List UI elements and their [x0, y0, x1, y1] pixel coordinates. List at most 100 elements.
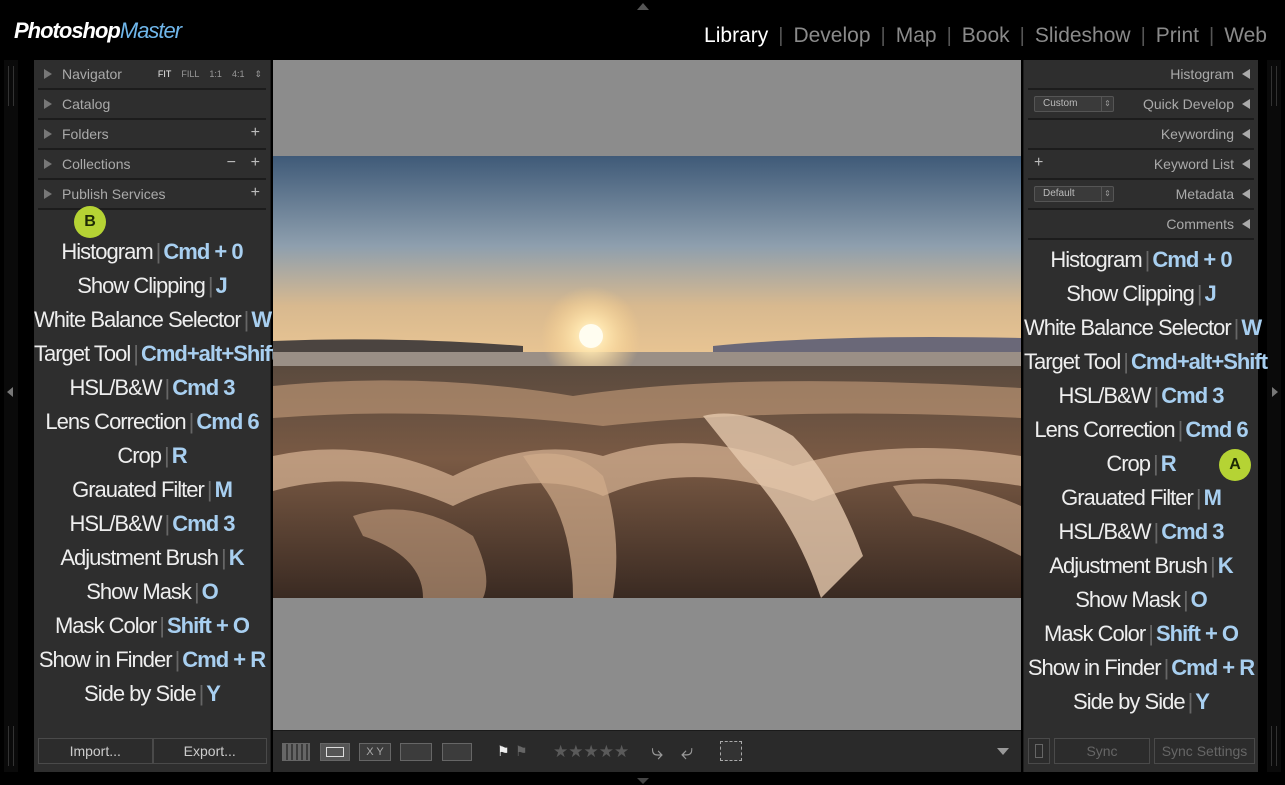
shortcut-action: Side by Side	[1073, 689, 1186, 714]
zoom-4-1[interactable]: 4:1	[232, 69, 245, 80]
survey-view-icon[interactable]	[400, 743, 432, 761]
expand-triangle-icon[interactable]	[44, 189, 52, 199]
shortcut-key: Y	[1195, 689, 1210, 714]
collapse-triangle-icon[interactable]	[1242, 99, 1250, 109]
separator: |	[1210, 553, 1216, 578]
module-print[interactable]: Print	[1146, 24, 1209, 48]
module-book[interactable]: Book	[952, 24, 1020, 48]
panel-metadata[interactable]: Default ⇕ Metadata	[1028, 180, 1254, 210]
export-button[interactable]: Export...	[152, 738, 267, 764]
sync-button[interactable]: Sync	[1054, 738, 1150, 764]
people-view-icon[interactable]	[442, 743, 472, 761]
module-library[interactable]: Library	[694, 24, 778, 48]
shortcut-key: Cmd + R	[1171, 655, 1255, 680]
module-slideshow[interactable]: Slideshow	[1025, 24, 1141, 48]
shortcut-row: HSL/B&W | Cmd 3	[1024, 379, 1258, 413]
panel-label: Quick Develop	[1142, 96, 1234, 112]
right-panel-toggle[interactable]	[1267, 60, 1281, 772]
shortcut-key: O	[201, 579, 219, 604]
panel-keywording[interactable]: Keywording	[1028, 120, 1254, 150]
shortcut-key: K	[228, 545, 245, 570]
expand-triangle-icon[interactable]	[44, 99, 52, 109]
shortcut-row: Target Tool | Cmd+alt+Shift	[34, 337, 278, 371]
collapse-triangle-icon[interactable]	[1242, 189, 1250, 199]
shortcut-action: Show Clipping	[1066, 281, 1195, 306]
shortcut-row: Show in Finder | Cmd + R	[1024, 651, 1258, 685]
expand-triangle-icon[interactable]	[44, 69, 52, 79]
panel-comments[interactable]: Comments	[1028, 210, 1254, 240]
panel-quick-develop[interactable]: Custom ⇕ Quick Develop	[1028, 90, 1254, 120]
sync-settings-button[interactable]: Sync Settings	[1154, 738, 1255, 764]
flag-pick-icon[interactable]: ⚑	[497, 743, 510, 760]
toolbar-content-dropdown-icon[interactable]	[997, 748, 1009, 755]
rotate-right-icon[interactable]: ⤶	[681, 739, 693, 765]
shortcut-action: Adjustment Brush	[60, 545, 219, 570]
shortcut-key: M	[214, 477, 233, 502]
metadata-preset-select[interactable]: Default ⇕	[1034, 186, 1114, 202]
add-icon[interactable]: +	[1034, 154, 1043, 172]
collapse-triangle-icon[interactable]	[1242, 219, 1250, 229]
flag-reject-icon[interactable]: ⚑	[515, 743, 528, 760]
rotate-left-icon[interactable]: ⤷	[651, 739, 663, 765]
shortcut-row: Histogram | Cmd + 0	[34, 235, 270, 269]
auto-sync-switch[interactable]	[1028, 738, 1050, 764]
panel-publish-services[interactable]: Publish Services +	[38, 180, 266, 210]
left-arrow-icon[interactable]	[7, 387, 13, 397]
top-panel-toggle-icon[interactable]	[637, 3, 649, 10]
shortcut-action: White Balance Selector	[1024, 315, 1232, 340]
panel-label: Keyword List	[1153, 156, 1234, 172]
expand-triangle-icon[interactable]	[44, 159, 52, 169]
import-button[interactable]: Import...	[38, 738, 153, 764]
module-develop[interactable]: Develop	[783, 24, 880, 48]
panel-collections[interactable]: Collections − +	[38, 150, 266, 180]
left-panel-toggle[interactable]	[4, 60, 18, 772]
panel-label: Keywording	[1160, 126, 1234, 142]
grid-view-icon[interactable]	[282, 743, 310, 761]
panel-catalog[interactable]: Catalog	[38, 90, 266, 120]
panel-label: Navigator	[62, 66, 122, 82]
callout-badge-b: B	[74, 206, 106, 238]
shortcut-list-left: Histogram | Cmd + 0 Show Clipping | J White Ba…	[34, 235, 278, 711]
shortcut-action: Histogram	[61, 239, 153, 264]
panel-histogram[interactable]: Histogram	[1028, 60, 1254, 90]
panel-navigator[interactable]: Navigator FIT FILL 1:1 4:1 ⇕	[38, 60, 266, 90]
separator: |	[207, 273, 214, 298]
rating-stars[interactable]: ★★★★★	[553, 742, 629, 762]
shortcut-key: O	[1190, 587, 1208, 612]
shortcut-row: White Balance Selector | W	[34, 303, 272, 337]
collapse-triangle-icon[interactable]	[1242, 69, 1250, 79]
crop-overlay-icon[interactable]	[720, 741, 742, 761]
collapse-triangle-icon[interactable]	[1242, 159, 1250, 169]
filmstrip-toggle-icon[interactable]	[637, 778, 649, 784]
zoom-1-1[interactable]: 1:1	[209, 69, 222, 80]
module-map[interactable]: Map	[886, 24, 947, 48]
panel-label: Histogram	[1170, 66, 1234, 82]
expand-triangle-icon[interactable]	[44, 129, 52, 139]
shortcut-key: R	[1160, 451, 1177, 476]
logo-part1: Photoshop	[14, 18, 121, 43]
compare-view-icon[interactable]: X Y	[359, 743, 391, 761]
left-panel: Navigator FIT FILL 1:1 4:1 ⇕ Catalog Fol…	[34, 60, 278, 772]
panel-folders[interactable]: Folders +	[38, 120, 266, 150]
panel-keyword-list[interactable]: + Keyword List	[1028, 150, 1254, 180]
zoom-fit[interactable]: FIT	[158, 69, 172, 80]
shortcut-key: J	[215, 273, 228, 298]
right-arrow-icon[interactable]	[1272, 387, 1278, 397]
shortcut-key: Shift + O	[166, 613, 250, 638]
add-icon[interactable]: +	[251, 154, 260, 172]
remove-icon[interactable]: −	[227, 154, 236, 172]
zoom-stepper-icon[interactable]: ⇕	[254, 69, 262, 80]
zoom-fill[interactable]: FILL	[181, 69, 199, 80]
shortcut-action: Lens Correction	[1034, 417, 1175, 442]
loupe-view-icon[interactable]	[320, 743, 350, 761]
preset-value: Custom	[1043, 98, 1078, 109]
shortcut-action: Histogram	[1050, 247, 1142, 272]
add-icon[interactable]: +	[251, 124, 260, 142]
separator: |	[164, 511, 171, 536]
sunset-photo[interactable]	[273, 156, 1021, 598]
logo-part2: Master	[119, 18, 182, 43]
add-icon[interactable]: +	[251, 184, 260, 202]
preset-select[interactable]: Custom ⇕	[1034, 96, 1114, 112]
module-web[interactable]: Web	[1214, 24, 1277, 48]
collapse-triangle-icon[interactable]	[1242, 129, 1250, 139]
